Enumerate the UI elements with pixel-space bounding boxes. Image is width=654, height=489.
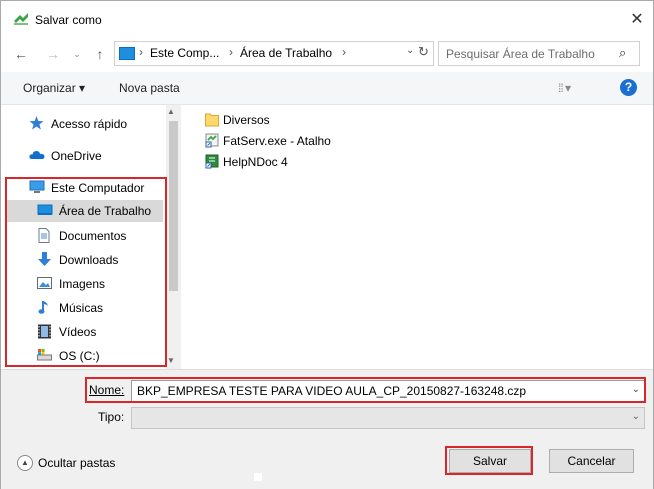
hide-folders-label: Ocultar pastas bbox=[38, 456, 116, 470]
highlight-box-computer-tree bbox=[5, 177, 167, 367]
search-box[interactable]: Pesquisar Área de Trabalho ⌕ bbox=[438, 41, 640, 66]
chevron-up-icon: ▲ bbox=[17, 455, 33, 471]
file-item-label: FatServ.exe - Atalho bbox=[223, 134, 331, 148]
up-arrow-icon[interactable]: ↑ bbox=[90, 44, 110, 64]
scroll-down-arrow-icon[interactable]: ▼ bbox=[167, 356, 175, 365]
star-icon bbox=[29, 116, 44, 130]
breadcrumb-separator: › bbox=[229, 45, 233, 59]
close-icon[interactable]: ✕ bbox=[626, 9, 648, 31]
sidebar-item-onedrive[interactable]: OneDrive bbox=[29, 145, 189, 167]
sidebar-item-label: OneDrive bbox=[51, 149, 102, 163]
computer-icon bbox=[119, 47, 135, 60]
cloud-icon bbox=[29, 148, 45, 162]
file-type-select[interactable]: ⌄ bbox=[131, 407, 645, 429]
file-item-label: Diversos bbox=[223, 113, 270, 127]
shortcut-icon bbox=[205, 154, 219, 169]
folder-icon bbox=[205, 112, 219, 127]
forward-arrow-icon[interactable]: → bbox=[43, 44, 63, 64]
address-bar[interactable]: › Este Comp... › Área de Trabalho › ⌄ ↻ bbox=[114, 41, 434, 66]
address-dropdown-icon[interactable]: ⌄ bbox=[406, 45, 414, 56]
command-bar: Organizar ▾ Nova pasta ⁞⁞ ▾ ? bbox=[1, 72, 653, 105]
new-folder-button[interactable]: Nova pasta bbox=[119, 81, 180, 95]
search-icon[interactable]: ⌕ bbox=[619, 45, 626, 61]
breadcrumb-este-computador[interactable]: Este Comp... bbox=[150, 46, 219, 60]
back-arrow-icon[interactable]: ← bbox=[11, 44, 31, 64]
resize-grip bbox=[254, 473, 262, 481]
breadcrumb-area-de-trabalho[interactable]: Área de Trabalho bbox=[240, 46, 332, 60]
shortcut-icon bbox=[205, 133, 219, 148]
cancel-button[interactable]: Cancelar bbox=[549, 449, 634, 473]
scroll-up-arrow-icon[interactable]: ▲ bbox=[167, 107, 175, 116]
breadcrumb-separator: › bbox=[139, 45, 143, 59]
type-label: Tipo: bbox=[98, 410, 125, 424]
help-icon[interactable]: ? bbox=[620, 79, 637, 96]
view-options-icon[interactable]: ⁞⁞ ▾ bbox=[558, 81, 571, 95]
search-placeholder: Pesquisar Área de Trabalho bbox=[446, 47, 595, 61]
sidebar-scrollbar-thumb[interactable] bbox=[169, 121, 178, 291]
refresh-icon[interactable]: ↻ bbox=[418, 44, 429, 60]
organize-button[interactable]: Organizar ▾ bbox=[23, 81, 85, 95]
title-bar: Salvar como ✕ bbox=[1, 1, 653, 39]
chevron-down-icon[interactable]: ⌄ bbox=[632, 411, 640, 422]
sidebar-item-label: Acesso rápido bbox=[51, 117, 128, 131]
recent-locations-chevron-icon[interactable]: ⌄ bbox=[67, 44, 87, 64]
save-as-dialog: Salvar como ✕ ← → ⌄ ↑ › Este Comp... › Á… bbox=[0, 0, 654, 489]
dialog-title: Salvar como bbox=[35, 13, 102, 27]
file-item-label: HelpNDoc 4 bbox=[223, 155, 288, 169]
highlight-box-save bbox=[445, 446, 533, 475]
breadcrumb-separator: › bbox=[342, 45, 346, 59]
sidebar-item-acesso-rapido[interactable]: Acesso rápido bbox=[29, 113, 189, 135]
app-icon bbox=[13, 12, 29, 26]
highlight-box-filename bbox=[85, 377, 646, 403]
